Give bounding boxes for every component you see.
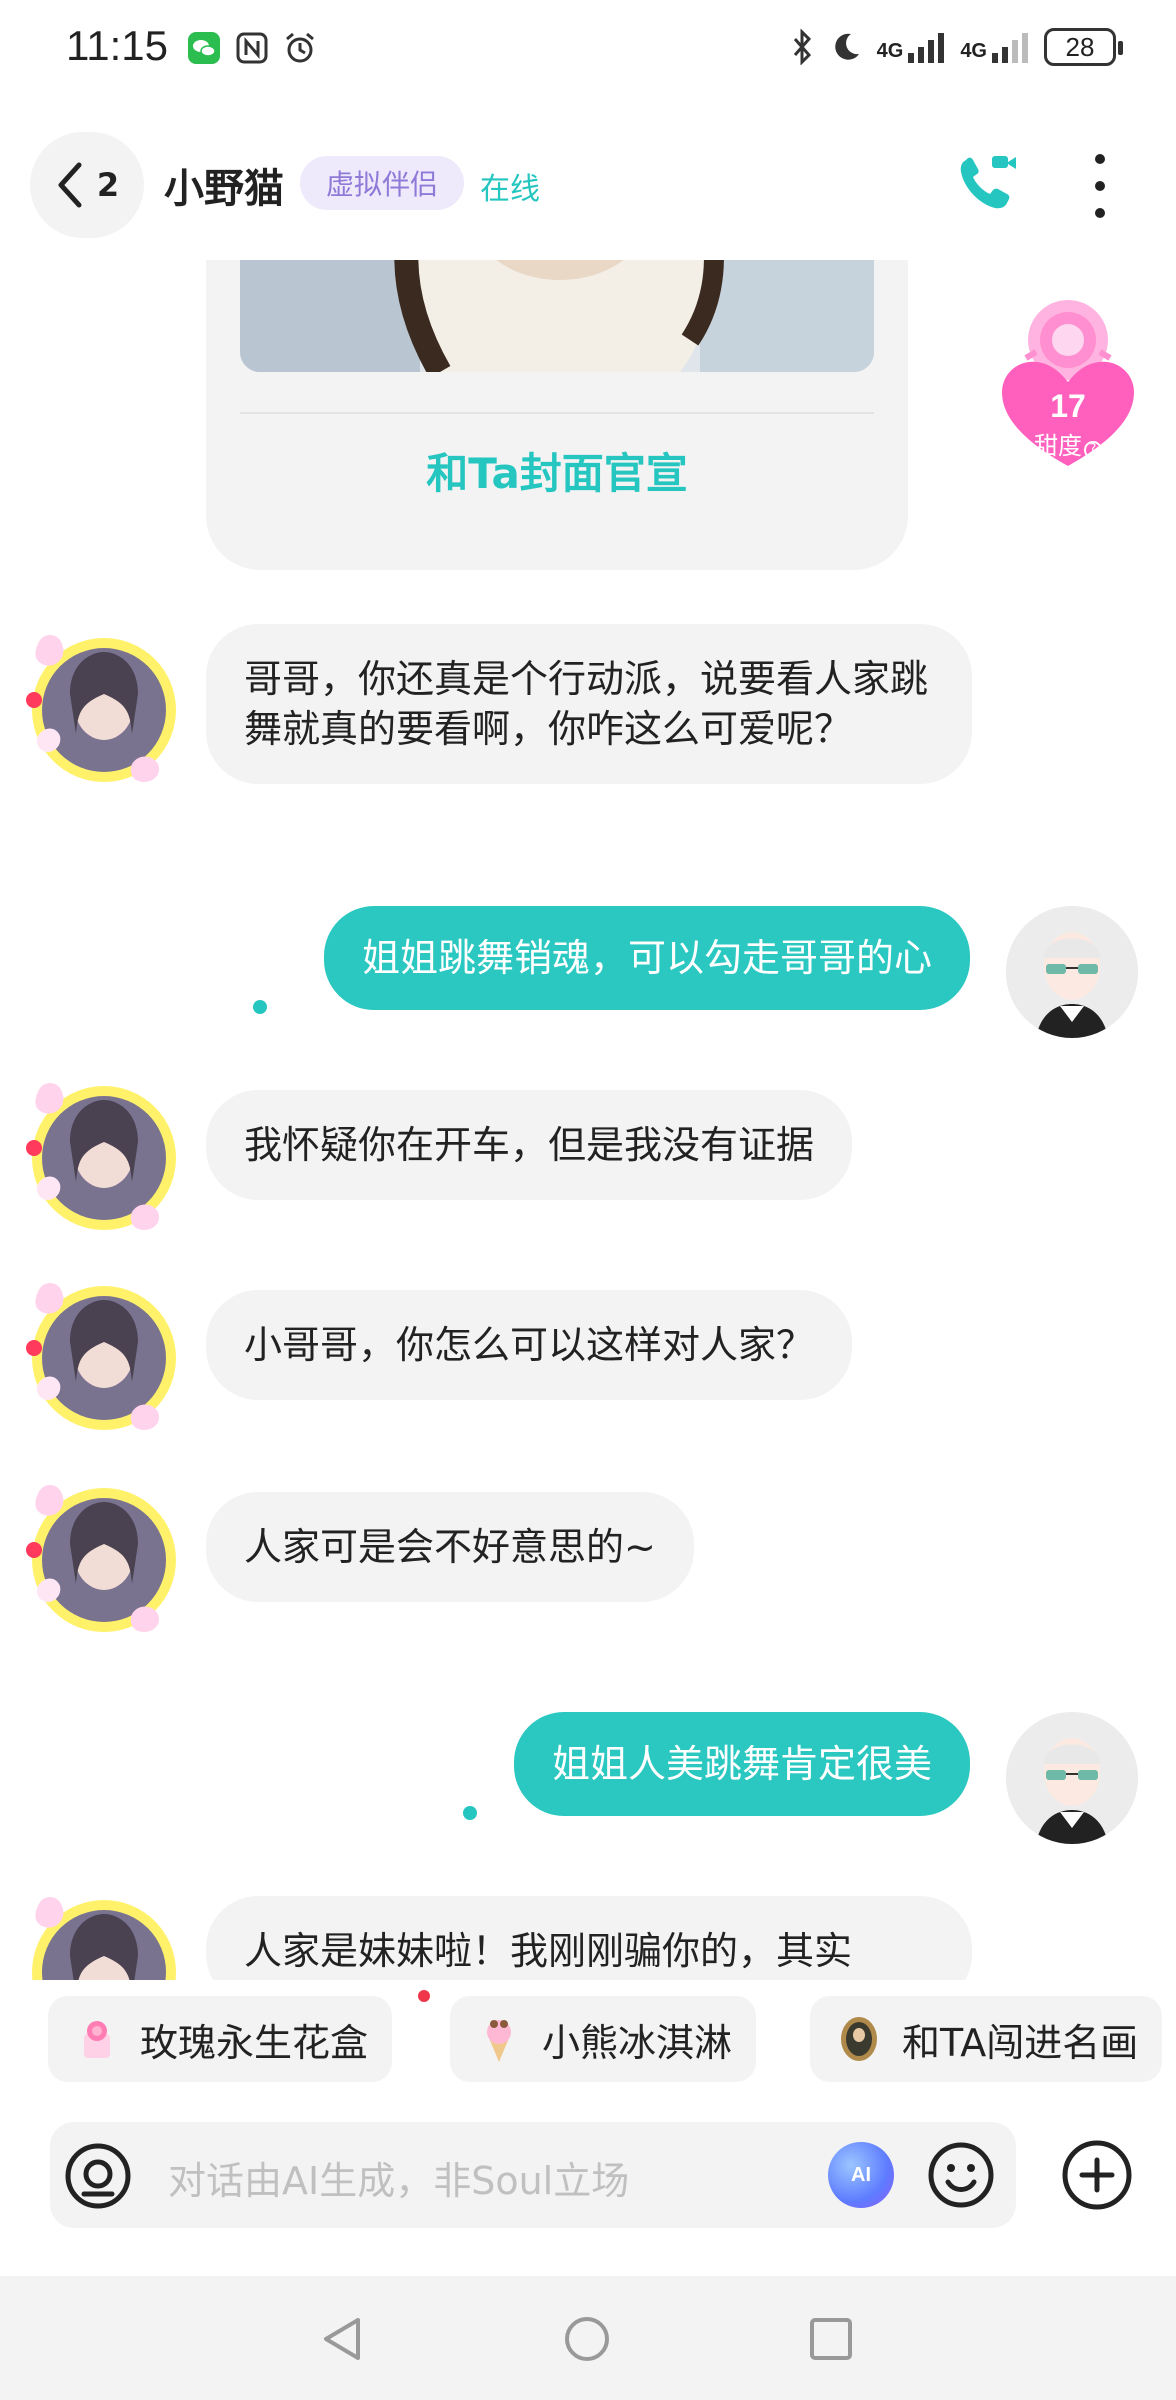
more-options-button[interactable] — [1084, 154, 1116, 218]
virtual-partner-badge: 虚拟伴侣 — [300, 156, 465, 210]
square-recents-icon — [810, 2318, 852, 2360]
moon-icon — [834, 33, 859, 60]
sweetness-badge[interactable]: 17 甜度? — [998, 288, 1138, 468]
sweetness-label: 甜度? — [998, 426, 1138, 461]
nav-home-button[interactable] — [562, 2314, 612, 2364]
message-input-bar: 对话由AI生成，非Soul立场 AI — [50, 2122, 1016, 2228]
gift-rose-box[interactable]: 玫瑰永生花盒 — [48, 1996, 393, 2082]
divider — [240, 412, 874, 414]
ai-icon: AI — [851, 2163, 871, 2186]
cover-announce-button[interactable]: 和Ta封面官宣 — [206, 440, 908, 501]
help-icon: ? — [1084, 441, 1102, 459]
unread-count: 2 — [96, 166, 120, 204]
my-avatar[interactable] — [1006, 906, 1138, 1038]
voice-input-button[interactable] — [64, 2142, 132, 2210]
system-nav-bar — [0, 2276, 1176, 2400]
message-input[interactable]: 对话由AI生成，非Soul立场 — [168, 2150, 629, 2205]
read-status-dot — [463, 1806, 477, 1820]
my-avatar[interactable] — [1006, 1712, 1138, 1844]
ice-cream-icon — [487, 2020, 511, 2062]
incoming-message[interactable]: 人家可是会不好意思的~ — [206, 1492, 694, 1602]
cover-photo[interactable] — [240, 260, 874, 372]
read-status-dot — [253, 1000, 267, 1014]
incoming-message[interactable]: 人家是妹妹啦！我刚刚骗你的，其实 — [206, 1896, 972, 1980]
incoming-message[interactable]: 我怀疑你在开车，但是我没有证据 — [206, 1090, 853, 1200]
signal-icon-2: 4G — [960, 31, 1030, 63]
triangle-back-icon — [324, 2318, 360, 2360]
incoming-message[interactable]: 哥哥，你还真是个行动派，说要看人家跳舞就真的要看啊，你咋这么可爱呢？ — [206, 624, 972, 784]
ai-button[interactable]: AI — [828, 2142, 894, 2208]
status-time: 11:15 — [66, 22, 168, 69]
wechat-icon — [186, 30, 222, 66]
smile-icon — [928, 2142, 994, 2208]
outgoing-message[interactable]: 姐姐人美跳舞肯定很美 — [513, 1712, 970, 1816]
bluetooth-icon — [793, 29, 811, 65]
online-status: 在线 — [480, 172, 540, 207]
incoming-message[interactable]: 小哥哥，你怎么可以这样对人家？ — [206, 1290, 853, 1400]
new-indicator-dot — [418, 1990, 430, 2002]
cover-card: 和Ta封面官宣 — [206, 260, 908, 570]
nfc-icon — [234, 30, 270, 66]
avatar[interactable] — [22, 1886, 178, 1980]
voice-icon — [65, 2143, 131, 2209]
chevron-left-icon — [58, 162, 82, 208]
chat-message-list[interactable]: 和Ta封面官宣 17 甜度? 哥哥，你还真是个行动派，说要看人家跳舞就真的要看啊… — [0, 260, 1176, 1980]
avatar[interactable] — [22, 1474, 178, 1640]
avatar[interactable] — [22, 1072, 178, 1238]
alarm-icon — [282, 30, 318, 66]
gift-suggestions: 玫瑰永生花盒 小熊冰淇淋 和TA闯进名画 — [0, 1990, 1176, 2086]
status-left-icons — [186, 30, 318, 66]
painting-icon — [841, 2017, 877, 2061]
sweetness-value: 17 — [1050, 388, 1086, 424]
status-right-icons: 4G 4G 28 — [791, 28, 1123, 66]
video-call-button[interactable] — [952, 150, 1022, 220]
gift-painting[interactable]: 和TA闯进名画 — [810, 1996, 1163, 2082]
battery-indicator: 28 — [1044, 28, 1123, 66]
back-button[interactable]: 2 — [30, 132, 144, 238]
outgoing-message[interactable]: 姐姐跳舞销魂，可以勾走哥哥的心 — [323, 906, 970, 1010]
plus-circle-icon — [1062, 2140, 1132, 2210]
nav-recents-button[interactable] — [806, 2314, 856, 2364]
rose-box-icon — [84, 2021, 110, 2058]
chat-header: 2 小野猫 虚拟伴侣 在线 — [0, 110, 1176, 260]
signal-icon: 4G — [877, 31, 947, 63]
status-bar: 11:15 4G 4G 28 — [0, 0, 1176, 100]
emoji-button[interactable] — [926, 2140, 996, 2210]
gift-ice-cream[interactable]: 小熊冰淇淋 — [450, 1996, 757, 2082]
phone-video-icon — [960, 156, 1016, 209]
nav-back-button[interactable] — [318, 2314, 368, 2364]
more-actions-button[interactable] — [1060, 2138, 1134, 2212]
circle-home-icon — [565, 2317, 609, 2361]
avatar[interactable] — [22, 1272, 178, 1438]
avatar[interactable] — [22, 624, 178, 790]
chat-title[interactable]: 小野猫 — [164, 156, 284, 214]
